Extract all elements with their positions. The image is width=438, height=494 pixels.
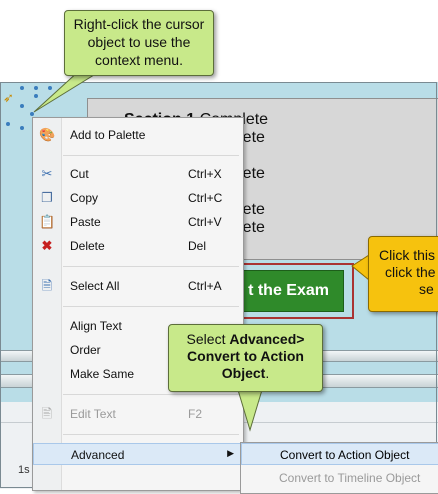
menu-separator <box>63 306 239 307</box>
menu-item-delete[interactable]: ✖ Delete Del <box>33 235 243 257</box>
menu-item-copy[interactable]: ❐ Copy Ctrl+C <box>33 187 243 209</box>
menu-item-cut[interactable]: ✂ Cut Ctrl+X <box>33 163 243 185</box>
scissors-icon: ✂ <box>41 166 53 181</box>
menu-item-convert-to-timeline-object[interactable]: Convert to Timeline Object <box>241 467 438 489</box>
submenu-arrow-icon: ▶ <box>227 448 234 458</box>
callout-select-advanced: Select Advanced> Convert to Action Objec… <box>168 324 323 392</box>
edit-text-icon: 🖹 <box>41 406 53 421</box>
palette-icon: 🎨 <box>39 127 56 142</box>
menu-separator <box>63 394 239 395</box>
callout-right-click-hint: Right-click the cursor object to use the… <box>64 10 214 76</box>
select-all-icon: 🗎 <box>41 278 53 293</box>
menu-item-paste[interactable]: 📋 Paste Ctrl+V <box>33 211 243 233</box>
callout-click-hint: Click this click the se <box>368 236 438 312</box>
delete-x-icon: ✖ <box>41 238 53 253</box>
timeline-tick-label: 1s <box>18 464 30 476</box>
menu-item-convert-to-action-object[interactable]: Convert to Action Object <box>241 443 438 465</box>
paste-icon: 📋 <box>39 214 56 229</box>
copy-icon: ❐ <box>41 190 53 205</box>
menu-item-advanced[interactable]: Advanced ▶ <box>33 443 243 465</box>
menu-item-edit-text[interactable]: 🖹 Edit Text F2 <box>33 403 243 425</box>
menu-item-select-all[interactable]: 🗎 Select All Ctrl+A <box>33 275 243 297</box>
advanced-submenu: Convert to Action Object Convert to Time… <box>240 442 438 494</box>
menu-separator <box>63 434 239 435</box>
context-menu: 🎨 Add to Palette ✂ Cut Ctrl+X ❐ Copy Ctr… <box>32 117 244 491</box>
menu-separator <box>63 266 239 267</box>
menu-separator <box>63 155 239 156</box>
cursor-icon[interactable]: ➶ <box>3 90 14 106</box>
menu-item-add-to-palette[interactable]: 🎨 Add to Palette <box>33 124 243 146</box>
